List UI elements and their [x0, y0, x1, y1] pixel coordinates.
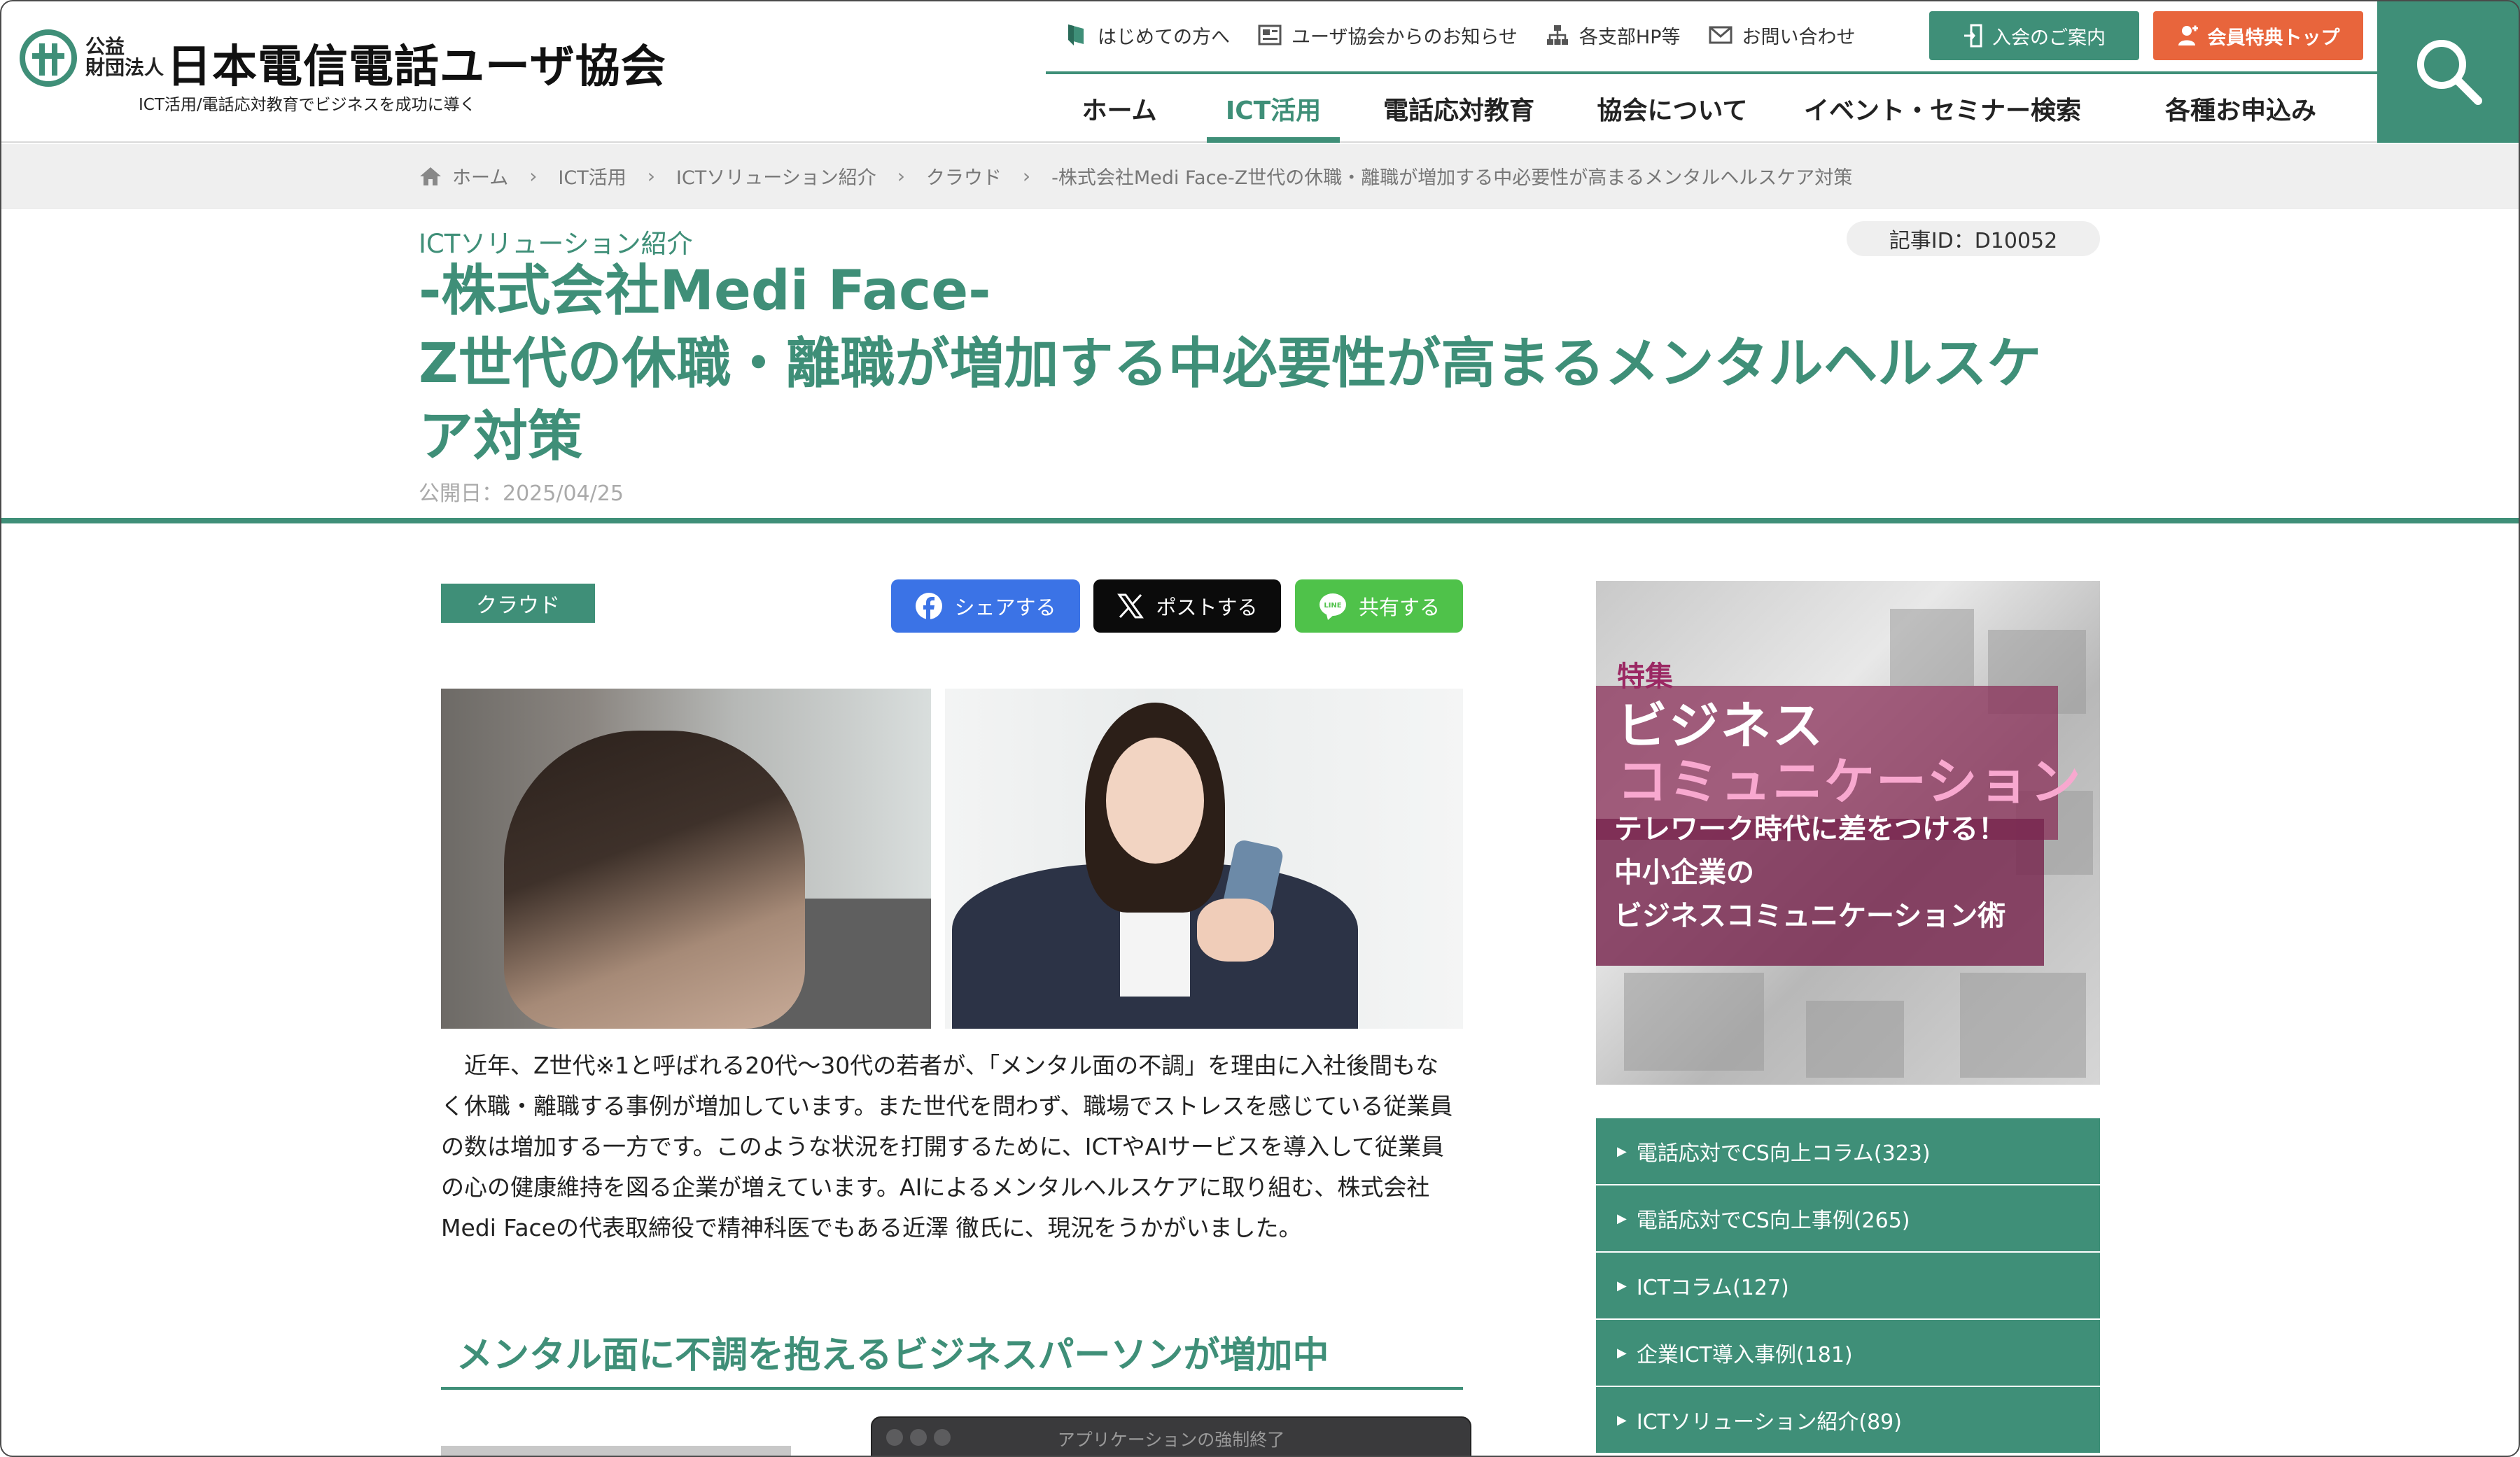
hero-image-smiling-woman [945, 689, 1463, 1029]
breadcrumb-home[interactable]: ホーム [452, 162, 508, 190]
intro-line: 近年、Z世代※1と呼ばれる20代〜30代の若者が、「メンタル面の不調」を理由に入… [441, 1052, 1439, 1079]
intro-line: の数は増加する一方です。このような状況を打開するために、ICTやAIサービスを導… [441, 1133, 1444, 1160]
nav-about[interactable]: 協会について [1564, 74, 1781, 143]
breadcrumb-ict[interactable]: ICT活用 [558, 162, 626, 190]
sidebar-category-list: ▶ 電話応対でCS向上コラム(323) ▶ 電話応対でCS向上事例(265) ▶… [1596, 1118, 2100, 1454]
newspaper-icon [1258, 23, 1282, 47]
intro-line: の心の健康維持を図る企業が増えています。AIによるメンタルヘルスケアに取り組む、… [441, 1174, 1430, 1201]
sidebar-item-label: 電話応対でCS向上コラム(323) [1636, 1141, 1931, 1166]
join-button-label: 入会のご案内 [1992, 27, 2106, 49]
logo-org-type: 公益 財団法人 [85, 35, 164, 79]
facebook-icon [915, 592, 943, 620]
util-link-label: はじめての方へ [1098, 26, 1230, 48]
util-link-first-time[interactable]: はじめての方へ [1064, 22, 1230, 49]
section-heading: メンタル面に不調を抱えるビジネスパーソンが増加中 [441, 1316, 1463, 1390]
sidebar-item-label: ICTコラム(127) [1636, 1276, 1789, 1300]
util-link-label: ユーザ協会からのお知らせ [1292, 26, 1518, 48]
breadcrumb-separator-icon: › [897, 164, 905, 188]
banner-subtitle: テレワーク時代に差をつける！ 中小企業の ビジネスコミュニケーション術 [1614, 808, 2006, 938]
force-quit-title: アプリケーションの強制終了 [1057, 1430, 1285, 1450]
nav-ict[interactable]: ICT活用 [1193, 74, 1354, 143]
triangle-right-icon: ▶ [1617, 1345, 1627, 1360]
sidebar-item-ict-solutions[interactable]: ▶ ICTソリューション紹介(89) [1596, 1387, 2100, 1453]
line-share-button[interactable]: LINE 共有する [1295, 579, 1463, 633]
title-line: ア対策 [419, 405, 583, 468]
banner-sub-line: テレワーク時代に差をつける！ [1614, 813, 2006, 845]
facebook-share-button[interactable]: シェアする [891, 579, 1080, 633]
page-title: -株式会社Medi Face- Z世代の休職・離職が増加する中必要性が高まるメン… [419, 255, 2113, 473]
sidebar-item-label: 電話応対でCS向上事例(265) [1636, 1209, 1910, 1233]
search-icon [2417, 40, 2482, 105]
main-nav: ホーム ICT活用 電話応対教育 協会について イベント・セミナー検索 各種お申… [1046, 74, 2377, 143]
triangle-right-icon: ▶ [1617, 1211, 1627, 1226]
sidebar-item-cs-cases[interactable]: ▶ 電話応対でCS向上事例(265) [1596, 1185, 2100, 1251]
force-quit-window[interactable]: アプリケーションの強制終了 [871, 1416, 1471, 1457]
title-line: -株式会社Medi Face- [419, 260, 991, 323]
member-button-label: 会員特典トップ [2207, 27, 2340, 49]
site-header: 公益 財団法人 日本電信電話ユーザ協会 ICT活用/電話応対教育でビジネスを成功… [0, 0, 2520, 143]
nav-applications[interactable]: 各種お申込み [2104, 74, 2377, 143]
logo-mark-icon [20, 29, 77, 87]
breadcrumb-separator-icon: › [1022, 164, 1031, 188]
home-icon [419, 166, 442, 187]
util-link-contact[interactable]: お問い合わせ [1709, 22, 1856, 49]
mail-icon [1709, 23, 1732, 47]
feature-banner[interactable]: 特集 ビジネス コミュニケーション テレワーク時代に差をつける！ 中小企業の ビ… [1596, 581, 2100, 1085]
intro-line: く休職・離職する事例が増加しています。また世代を問わず、職場でストレスを感じてい… [441, 1092, 1453, 1120]
banner-sub-line: 中小企業の [1614, 857, 1754, 889]
org-chart-icon [1546, 23, 1569, 47]
breadcrumb-separator-icon: › [529, 164, 538, 188]
sidebar-item-ict-cases[interactable]: ▶ 企業ICT導入事例(181) [1596, 1320, 2100, 1386]
article-id-badge: 記事ID：D10052 [1847, 221, 2100, 256]
intro-line: Medi Faceの代表取締役で精神科医でもある近澤 徹氏に、現況をうかがいまし… [441, 1214, 1302, 1241]
sidebar-item-label: ICTソリューション紹介(89) [1636, 1410, 1902, 1435]
nav-home[interactable]: ホーム [1046, 74, 1193, 143]
hero-image [441, 689, 1463, 1029]
title-line: Z世代の休職・離職が増加する中必要性が高まるメンタルヘルスケ [419, 332, 2042, 395]
door-enter-icon [1963, 24, 1984, 48]
share-label: ポストする [1156, 596, 1258, 619]
search-button[interactable] [2377, 0, 2520, 143]
site-logo[interactable]: 公益 財団法人 日本電信電話ユーザ協会 ICT活用/電話応対教育でビジネスを成功… [20, 27, 666, 118]
util-link-label: お問い合わせ [1742, 26, 1856, 48]
util-link-news[interactable]: ユーザ協会からのお知らせ [1258, 22, 1518, 49]
banner-title-line2: コミュニケーション [1617, 752, 2082, 811]
breadcrumb-bar: ホーム › ICT活用 › ICTソリューション紹介 › クラウド › -株式会… [0, 144, 2520, 209]
nav-phone-education[interactable]: 電話応対教育 [1354, 74, 1564, 143]
share-label: 共有する [1358, 596, 1440, 619]
logo-name: 日本電信電話ユーザ協会 [167, 41, 666, 93]
triangle-right-icon: ▶ [1617, 1412, 1627, 1428]
share-label: シェアする [954, 596, 1056, 619]
hero-image-stressed-woman [441, 689, 931, 1029]
member-benefits-button[interactable]: 会員特典トップ [2153, 11, 2363, 60]
category-tag[interactable]: クラウド [441, 584, 595, 623]
logo-tagline: ICT活用/電話応対教育でビジネスを成功に導く [139, 96, 476, 114]
title-divider [0, 518, 2520, 523]
breadcrumb-separator-icon: › [647, 164, 655, 188]
breadcrumb-current: -株式会社Medi Face-Z世代の休職・離職が増加する中必要性が高まるメンタ… [1051, 167, 1853, 189]
x-logo-icon [1116, 592, 1144, 620]
article-intro: 近年、Z世代※1と呼ばれる20代〜30代の若者が、「メンタル面の不調」を理由に入… [441, 1046, 1463, 1248]
breadcrumb-cloud[interactable]: クラウド [926, 162, 1002, 190]
sidebar-item-ict-column[interactable]: ▶ ICTコラム(127) [1596, 1253, 2100, 1318]
sidebar-item-cs-column[interactable]: ▶ 電話応対でCS向上コラム(323) [1596, 1118, 2100, 1184]
triangle-right-icon: ▶ [1617, 1143, 1627, 1159]
banner-sub-line: ビジネスコミュニケーション術 [1614, 900, 2006, 932]
breadcrumb: ホーム › ICT活用 › ICTソリューション紹介 › クラウド › -株式会… [419, 162, 1852, 190]
user-icon [2177, 24, 2199, 47]
triangle-right-icon: ▶ [1617, 1278, 1627, 1293]
leaf-icon [1064, 23, 1088, 47]
nav-event-search[interactable]: イベント・セミナー検索 [1781, 74, 2104, 143]
svg-text:LINE: LINE [1324, 602, 1341, 610]
sidebar-item-label: 企業ICT導入事例(181) [1636, 1343, 1853, 1367]
join-button[interactable]: 入会のご案内 [1929, 11, 2139, 60]
line-icon: LINE [1318, 592, 1348, 620]
x-post-button[interactable]: ポストする [1093, 579, 1281, 633]
breadcrumb-solutions[interactable]: ICTソリューション紹介 [676, 162, 876, 190]
util-link-label: 各支部HP等 [1578, 26, 1681, 48]
utility-nav: はじめての方へ ユーザ協会からのお知らせ 各支部HP等 お問い合わせ [1064, 14, 1884, 56]
util-link-branches[interactable]: 各支部HP等 [1546, 22, 1681, 49]
publish-date: 公開日：2025/04/25 [419, 481, 624, 506]
section-image [441, 1446, 791, 1457]
